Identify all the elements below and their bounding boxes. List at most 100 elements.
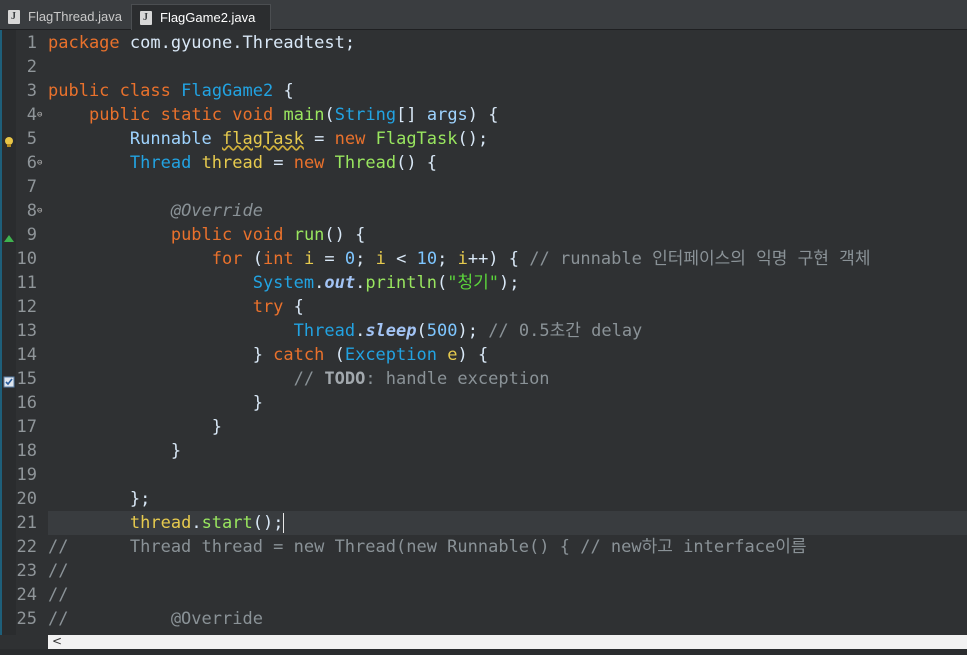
code-line[interactable]: 3 public class FlagGame2 { [0, 79, 967, 103]
code-line[interactable]: 23 // [0, 559, 967, 583]
code-token: // @Override [48, 609, 263, 629]
line-number: 7 [26, 177, 37, 197]
code-text: } [48, 415, 222, 439]
code-token: } [48, 417, 222, 437]
code-token: public [170, 225, 233, 245]
line-number: 3 [26, 81, 37, 101]
code-token: class [119, 81, 171, 101]
fold-toggle-icon[interactable]: ⊖ [37, 103, 42, 127]
code-line[interactable]: 4 ⊖ public static void main(String[] args… [0, 103, 967, 127]
code-line[interactable]: 14 } catch (Exception e) { [0, 343, 967, 367]
code-token: ( [242, 249, 263, 269]
code-token: . [191, 513, 202, 533]
code-token: ) { [457, 345, 489, 365]
code-line[interactable]: 16 } [0, 391, 967, 415]
task-marker-icon[interactable] [3, 373, 15, 388]
code-token: public [48, 81, 110, 101]
code-text: public void run() { [48, 223, 366, 247]
code-line[interactable]: 6 ⊖ Thread thread = new Thread() { [0, 151, 967, 175]
code-token: void [232, 105, 274, 125]
code-line[interactable]: 22 // Thread thread = new Thread(new Runn… [0, 535, 967, 559]
code-line[interactable]: 2 [0, 55, 967, 79]
fold-toggle-icon[interactable]: ⊖ [37, 199, 42, 223]
fold-toggle-icon[interactable]: ⊖ [37, 151, 42, 175]
text-cursor [283, 513, 285, 533]
code-token: // runnable 인터페이스의 익명 구현 객체 [529, 249, 871, 269]
code-token: ; [355, 249, 376, 269]
code-line[interactable]: 21 thread.start(); [0, 511, 967, 535]
code-token: Exception [344, 345, 437, 365]
code-text: }; [48, 487, 150, 511]
code-line[interactable]: 11 System.out.println("청기"); [0, 271, 967, 295]
code-token: = [314, 249, 345, 269]
code-line[interactable]: 19 [0, 463, 967, 487]
code-token: < [385, 249, 417, 269]
code-token: ( [416, 321, 427, 341]
code-token: @Override [170, 201, 263, 221]
code-line[interactable]: 17 } [0, 415, 967, 439]
code-line[interactable]: 13 Thread.sleep(500); // 0.5초간 delay [0, 319, 967, 343]
code-token: = [303, 129, 335, 149]
code-line[interactable]: 18 } [0, 439, 967, 463]
warning-lightbulb-icon[interactable] [3, 133, 15, 147]
code-token: . [314, 273, 325, 293]
code-token: ++) { [467, 249, 530, 269]
code-token: // 0.5초간 delay [488, 321, 643, 341]
code-line[interactable]: 15 // TODO: handle exception [0, 367, 967, 391]
code-token: sleep [365, 321, 417, 341]
code-token: ( [437, 273, 448, 293]
editor-tab-bar: J FlagThread.java J FlagGame2.java ⨯ [0, 0, 967, 51]
code-line[interactable]: 7 [0, 175, 967, 199]
code-text: // @Override [48, 607, 263, 631]
code-token: start [201, 513, 253, 533]
horizontal-scrollbar[interactable]: < [48, 634, 967, 649]
code-token: = [262, 153, 294, 173]
code-line[interactable]: 8 ⊖ @Override [0, 199, 967, 223]
line-number: 24 [16, 585, 37, 605]
code-token: Thread [334, 153, 397, 173]
code-text: // [48, 559, 68, 583]
scroll-left-icon[interactable]: < [52, 634, 62, 648]
code-token: ); [457, 321, 489, 341]
code-line[interactable]: 12 try { [0, 295, 967, 319]
code-editor[interactable]: 1 package com.gyuone.Threadtest; 2 3 public … [0, 30, 967, 635]
code-line[interactable]: 9 public void run() { [0, 223, 967, 247]
code-line[interactable]: 25 // @Override [0, 607, 967, 631]
line-number: 2 [26, 57, 37, 77]
code-token: println [365, 273, 437, 293]
code-token: (); [252, 513, 284, 533]
code-token: i [375, 249, 386, 269]
code-token: TODO [324, 369, 366, 389]
line-number: 1 [26, 33, 37, 53]
code-token: out [324, 273, 356, 293]
code-line[interactable]: 10 for (int i = 0; i < 10; i++) { // run… [0, 247, 967, 271]
tab-flaggame2-java[interactable]: J FlagGame2.java ⨯ [131, 4, 271, 51]
line-number: 5 [26, 129, 37, 149]
code-token: try [252, 297, 284, 317]
line-number: 19 [16, 465, 37, 485]
code-token: System [252, 273, 315, 293]
code-line[interactable]: 24 // [0, 583, 967, 607]
code-line[interactable]: 5 Runnable flagTask = new FlagTask(); [0, 127, 967, 151]
code-token: Thread [129, 153, 192, 173]
code-line[interactable]: 1 package com.gyuone.Threadtest; [0, 31, 967, 55]
override-triangle-icon[interactable] [3, 229, 15, 242]
line-number: 21 [16, 513, 37, 533]
code-token: new [334, 129, 366, 149]
line-number: 12 [16, 297, 37, 317]
code-line[interactable]: 20 }; [0, 487, 967, 511]
code-token: () { [396, 153, 438, 173]
tab-flagthread-java[interactable]: J FlagThread.java [0, 4, 130, 30]
code-token: }; [48, 489, 151, 509]
